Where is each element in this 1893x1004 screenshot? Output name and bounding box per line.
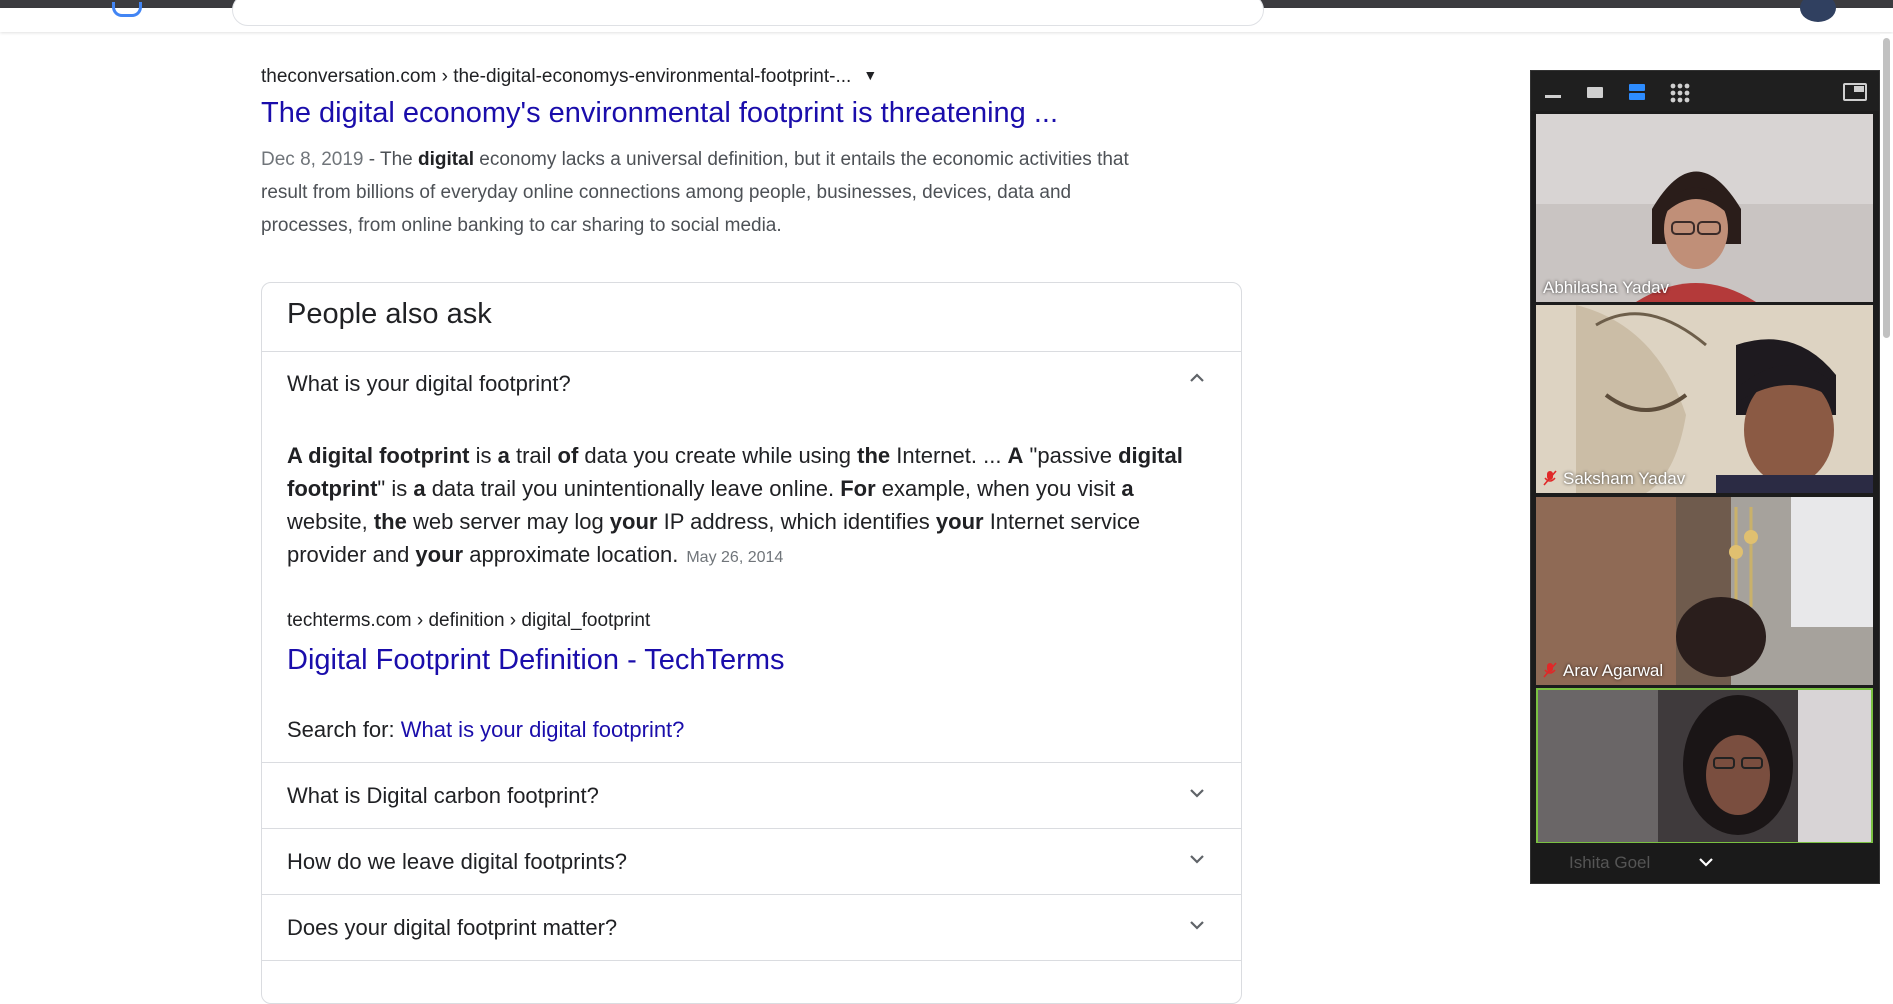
answer-text: trail <box>509 443 558 468</box>
search-for: Search for: What is your digital footpri… <box>287 717 684 743</box>
result-cite-text: theconversation.com › the-digital-econom… <box>261 66 852 87</box>
participant-name: Arav Agarwal <box>1543 661 1663 681</box>
caret-down-icon[interactable]: ▼ <box>863 67 877 83</box>
paa-question[interactable]: Does your digital footprint matter? <box>287 915 617 941</box>
chevron-down-icon[interactable] <box>1695 851 1717 873</box>
search-header <box>0 0 1893 32</box>
answer-text: data trail you unintentionally leave onl… <box>425 476 841 501</box>
answer-bold-text: the <box>857 443 891 468</box>
answer-bold-text: A digital footprint <box>287 443 470 468</box>
google-logo[interactable] <box>112 2 142 17</box>
participant-name-text: Saksham Yadav <box>1563 469 1686 488</box>
result-title-link[interactable]: The digital economy's environmental foot… <box>261 97 1141 130</box>
participant-video <box>1536 114 1873 302</box>
paa-header: People also ask <box>262 283 1241 352</box>
answer-text: web server may log <box>406 509 610 534</box>
exit-minimized-icon[interactable] <box>1843 83 1867 101</box>
muted-mic-icon <box>1543 662 1557 678</box>
answer-text: example, when you visit <box>875 476 1122 501</box>
zoom-panel-footer: Ishita Goel <box>1531 843 1879 883</box>
participant-name-text: Arav Agarwal <box>1563 661 1664 680</box>
answer-bold-text: a <box>1121 476 1134 501</box>
answer-bold-text: your <box>415 542 464 567</box>
result-cite[interactable]: theconversation.com › the-digital-econom… <box>261 66 1141 88</box>
paa-question[interactable]: How do we leave digital footprints? <box>287 849 627 875</box>
answer-bold-text: a <box>497 443 510 468</box>
paa-question[interactable]: What is Digital carbon footprint? <box>287 783 599 809</box>
search-for-label: Search for: <box>287 717 401 742</box>
answer-text: is <box>469 443 498 468</box>
paa-question-row[interactable]: What is Digital carbon footprint? <box>262 763 1241 829</box>
answer-text: "passive <box>1023 443 1119 468</box>
participant-name: Abhilasha Yadav <box>1543 278 1669 298</box>
paa-question-row[interactable]: Does your digital footprint matter? <box>262 895 1241 961</box>
answer-bold-text: of <box>557 443 579 468</box>
account-avatar[interactable] <box>1800 0 1836 22</box>
answer-bold-text: For <box>840 476 876 501</box>
video-tile-active-speaker[interactable] <box>1536 688 1873 844</box>
answer-source-cite[interactable]: techterms.com › definition › digital_foo… <box>287 610 650 632</box>
video-tile-participant[interactable]: Arav Agarwal <box>1536 497 1873 685</box>
snippet-bold: digital <box>418 149 474 170</box>
zoom-view-toolbar <box>1531 71 1879 111</box>
participant-name: Saksham Yadav <box>1543 469 1685 489</box>
snippet-text: - The <box>363 149 419 170</box>
video-tile-participant[interactable]: Abhilasha Yadav <box>1536 114 1873 302</box>
answer-text: website, <box>287 509 374 534</box>
answer-bold-text: your <box>935 509 984 534</box>
participant-video <box>1538 690 1871 842</box>
chevron-down-icon[interactable] <box>1185 847 1209 871</box>
minimize-icon[interactable] <box>1543 83 1563 101</box>
participant-name-text: Abhilasha Yadav <box>1543 278 1670 297</box>
page-scrollbar[interactable] <box>1880 34 1893 977</box>
answer-text: approximate location. <box>463 542 679 567</box>
chevron-down-icon[interactable] <box>1185 913 1209 937</box>
participant-video <box>1536 497 1873 685</box>
search-result: theconversation.com › the-digital-econom… <box>261 66 1141 242</box>
answer-text: IP address, which identifies <box>657 509 936 534</box>
muted-mic-icon <box>1543 470 1557 486</box>
gallery-view-icon[interactable] <box>1669 83 1691 103</box>
people-also-ask: People also ask What is your digital foo… <box>261 282 1242 1004</box>
speaker-view-icon[interactable] <box>1627 83 1647 101</box>
search-input[interactable] <box>232 0 1264 26</box>
zoom-meeting-panel: Abhilasha Yadav Saksham Yadav Arav Agarw… <box>1530 70 1880 884</box>
paa-question-row[interactable]: How do we leave digital footprints? <box>262 829 1241 895</box>
thumbnail-view-icon[interactable] <box>1585 83 1605 101</box>
snippet-date: Dec 8, 2019 <box>261 149 364 170</box>
chevron-down-icon[interactable] <box>1185 781 1209 805</box>
answer-text: " is <box>377 476 414 501</box>
participant-video <box>1536 305 1873 493</box>
answer-bold-text: your <box>609 509 658 534</box>
paa-heading: People also ask <box>287 298 492 330</box>
paa-answer: A digital footprint is a trail of data y… <box>287 439 1187 574</box>
scrollbar-thumb[interactable] <box>1883 38 1890 338</box>
chevron-up-icon[interactable] <box>1185 366 1209 390</box>
paa-question-expanded[interactable]: What is your digital footprint? A digita… <box>262 352 1241 763</box>
answer-source-link[interactable]: Digital Footprint Definition - TechTerms <box>287 644 785 677</box>
paa-question[interactable]: What is your digital footprint? <box>287 371 571 397</box>
answer-date: May 26, 2014 <box>686 549 784 566</box>
answer-text: data you create while using <box>578 443 858 468</box>
answer-bold-text: the <box>373 509 407 534</box>
result-snippet: Dec 8, 2019 - The digital economy lacks … <box>261 143 1141 242</box>
participant-name: Ishita Goel <box>1569 853 1651 872</box>
search-for-link[interactable]: What is your digital footprint? <box>401 717 685 742</box>
video-tile-participant[interactable]: Saksham Yadav <box>1536 305 1873 493</box>
answer-text: Internet. ... <box>890 443 1008 468</box>
answer-bold-text: A <box>1007 443 1024 468</box>
answer-bold-text: a <box>413 476 426 501</box>
